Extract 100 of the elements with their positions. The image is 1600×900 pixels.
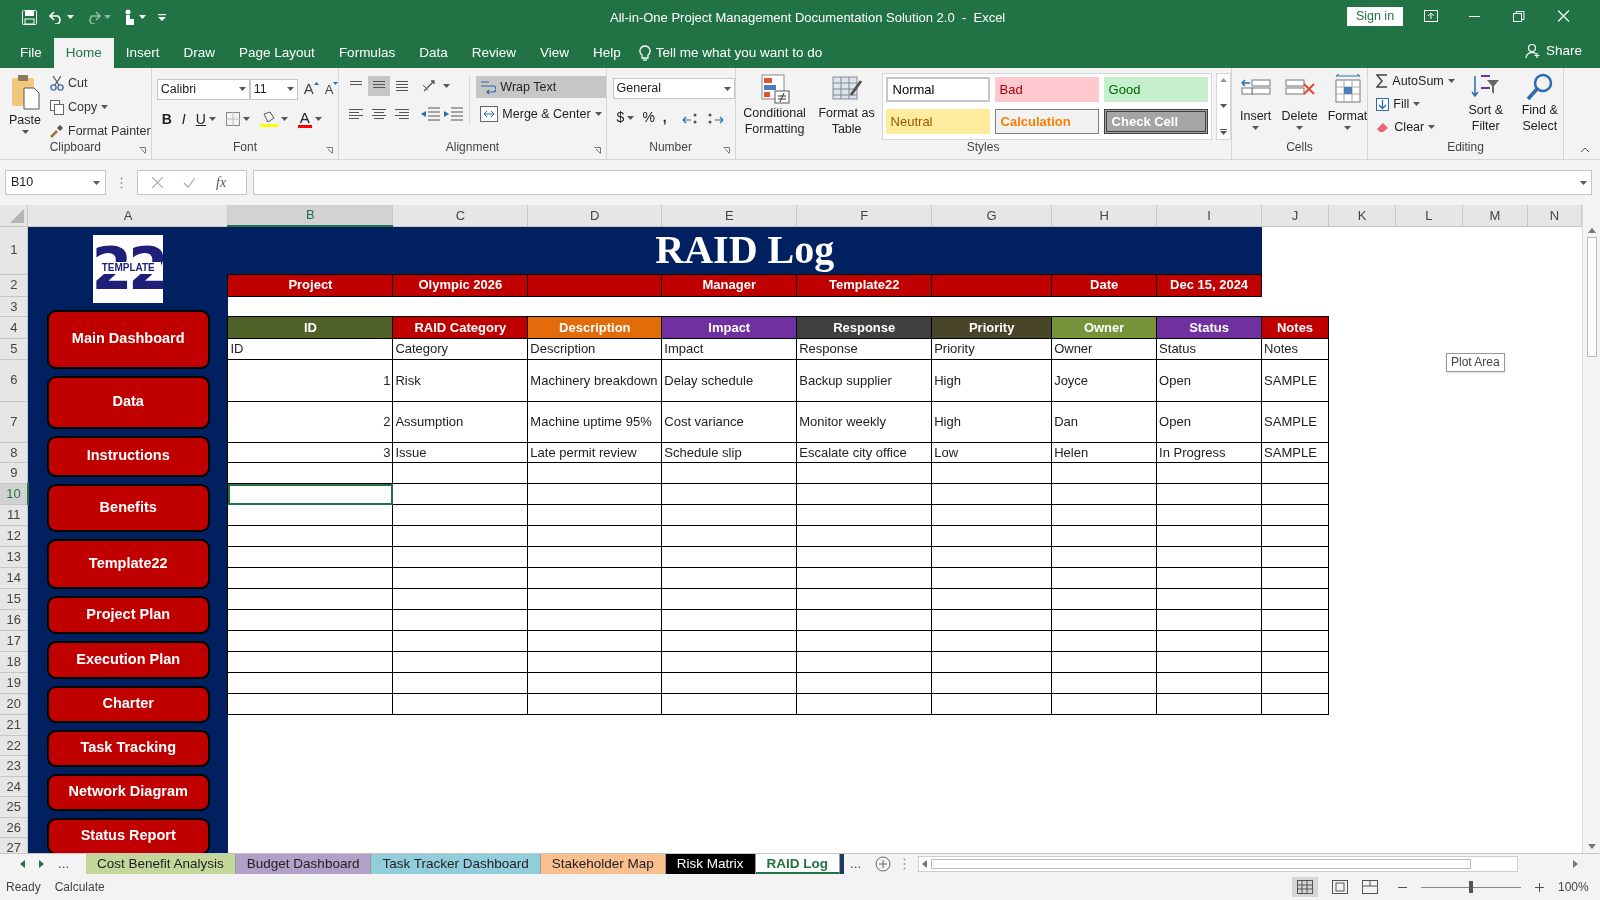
- more-sheets-button[interactable]: ...: [58, 853, 70, 875]
- row-header[interactable]: 20: [0, 693, 28, 715]
- column-header[interactable]: M: [1462, 205, 1528, 226]
- sidebar-button[interactable]: Execution Plan: [46, 640, 210, 679]
- zoom-slider-thumb[interactable]: [1469, 881, 1473, 893]
- percent-button[interactable]: %: [642, 107, 655, 128]
- scroll-left-icon[interactable]: [922, 860, 928, 868]
- tell-me-field[interactable]: Tell me what you want to do: [655, 42, 823, 64]
- underline-button[interactable]: U: [195, 108, 206, 130]
- column-header[interactable]: J: [1261, 205, 1329, 226]
- sheet-tab[interactable]: Stakeholder Map: [540, 854, 666, 874]
- row-header[interactable]: 13: [0, 546, 28, 568]
- search-icon[interactable]: [1524, 72, 1555, 102]
- redo-icon[interactable]: [86, 10, 101, 24]
- scroll-right-icon[interactable]: [1573, 860, 1578, 868]
- increase-indent-icon[interactable]: [443, 107, 464, 121]
- restore-icon[interactable]: [1512, 10, 1526, 22]
- column-header[interactable]: N: [1527, 205, 1582, 226]
- sidebar-button[interactable]: Network Diagram: [46, 773, 210, 811]
- column-header[interactable]: K: [1328, 205, 1396, 226]
- page-layout-view-icon[interactable]: [1332, 880, 1348, 894]
- ribbon-tab[interactable]: Insert: [113, 38, 172, 68]
- row-header[interactable]: 25: [0, 796, 28, 817]
- sign-in-button[interactable]: Sign in: [1347, 7, 1403, 26]
- row-header[interactable]: 8: [0, 442, 28, 463]
- grow-font-button[interactable]: A: [303, 78, 314, 101]
- formula-input[interactable]: [253, 170, 1592, 195]
- copy-icon[interactable]: [50, 99, 64, 115]
- sheet-tab[interactable]: Task Tracker Dashboard: [371, 854, 541, 874]
- previous-sheet-icon[interactable]: [20, 860, 25, 868]
- fill-down-icon[interactable]: [1376, 97, 1390, 111]
- delete-button[interactable]: Delete: [1281, 107, 1318, 126]
- column-header[interactable]: E: [661, 205, 797, 226]
- ribbon-tab[interactable]: File: [8, 38, 54, 68]
- format-as-table-button[interactable]: Format as Table: [815, 105, 878, 137]
- row-header[interactable]: 9: [0, 462, 28, 484]
- row-header[interactable]: 4: [0, 316, 28, 339]
- row-header[interactable]: 10: [0, 483, 28, 505]
- format-button[interactable]: Format: [1327, 107, 1368, 126]
- ribbon-tab[interactable]: Help: [580, 38, 633, 68]
- currency-button[interactable]: $: [616, 107, 625, 128]
- sidebar-button[interactable]: Task Tracking: [46, 729, 210, 767]
- scroll-up-icon[interactable]: [1219, 78, 1227, 82]
- dialog-launcher-icon[interactable]: [593, 147, 601, 154]
- sidebar-button[interactable]: Benefits: [46, 483, 210, 532]
- scroll-thumb[interactable]: [931, 859, 1472, 869]
- cell-style[interactable]: Normal: [885, 77, 990, 102]
- decrease-indent-icon[interactable]: [420, 107, 441, 121]
- row-header[interactable]: 21: [0, 714, 28, 735]
- sheet-tab[interactable]: Budget Dashboard: [235, 854, 372, 874]
- scissors-icon[interactable]: [50, 75, 64, 91]
- font-size-field[interactable]: 11: [249, 78, 298, 100]
- shrink-font-button[interactable]: A: [324, 79, 334, 99]
- fill-color-icon[interactable]: [259, 111, 278, 127]
- dialog-launcher-icon[interactable]: [326, 147, 334, 154]
- row-header[interactable]: 23: [0, 755, 28, 776]
- sidebar-button[interactable]: Instructions: [46, 435, 210, 477]
- paste-button[interactable]: Paste: [9, 111, 41, 130]
- sheet-tab[interactable]: Risk Matrix: [665, 854, 756, 874]
- row-header[interactable]: 11: [0, 504, 28, 526]
- row-header[interactable]: 7: [0, 401, 28, 442]
- clear-button[interactable]: Clear: [1394, 117, 1425, 137]
- close-icon[interactable]: [1556, 10, 1570, 22]
- row-header[interactable]: 18: [0, 651, 28, 673]
- zoom-level[interactable]: 100%: [1558, 878, 1589, 896]
- number-format-field[interactable]: General: [612, 78, 735, 99]
- insert-button[interactable]: Insert: [1239, 107, 1272, 126]
- column-header[interactable]: D: [527, 205, 662, 226]
- row-header[interactable]: 3: [0, 296, 28, 317]
- paintbrush-icon[interactable]: [50, 123, 64, 138]
- sidebar-button[interactable]: Template22: [46, 538, 210, 589]
- ribbon-tab[interactable]: View: [527, 38, 581, 68]
- more-styles-icon[interactable]: [1219, 129, 1227, 135]
- share-button[interactable]: Share: [1545, 41, 1582, 62]
- font-name-field[interactable]: Calibri: [156, 78, 250, 100]
- name-box[interactable]: B10: [5, 170, 106, 195]
- row-header[interactable]: 19: [0, 672, 28, 694]
- sheet-tab[interactable]: RAID Log: [755, 854, 841, 874]
- borders-icon[interactable]: [225, 112, 240, 126]
- sheet-tab[interactable]: Cost Benefit Analysis: [86, 854, 236, 874]
- autosum-button[interactable]: AutoSum: [1392, 72, 1444, 91]
- wrap-text-button[interactable]: Wrap Text: [476, 76, 606, 98]
- comma-button[interactable]: ,: [662, 107, 667, 128]
- font-color-button[interactable]: A: [297, 110, 312, 128]
- save-icon[interactable]: [22, 9, 37, 25]
- ribbon-tab[interactable]: Page Layout: [227, 38, 327, 68]
- cut-button[interactable]: Cut: [68, 74, 88, 93]
- merge-center-button[interactable]: Merge & Center: [502, 105, 591, 124]
- scroll-thumb[interactable]: [1586, 237, 1597, 357]
- dialog-launcher-icon[interactable]: [722, 147, 730, 154]
- column-header[interactable]: H: [1051, 205, 1157, 226]
- customize-icon[interactable]: [158, 13, 166, 21]
- row-header[interactable]: 16: [0, 609, 28, 631]
- find-select-button[interactable]: Find & Select: [1516, 102, 1563, 134]
- insert-function-button[interactable]: fx: [216, 172, 227, 193]
- scroll-up-icon[interactable]: [1587, 228, 1596, 233]
- undo-icon[interactable]: [49, 10, 64, 24]
- ribbon-tab[interactable]: Draw: [171, 38, 228, 68]
- row-header[interactable]: 1: [0, 226, 28, 274]
- collapse-ribbon-icon[interactable]: [1580, 147, 1590, 153]
